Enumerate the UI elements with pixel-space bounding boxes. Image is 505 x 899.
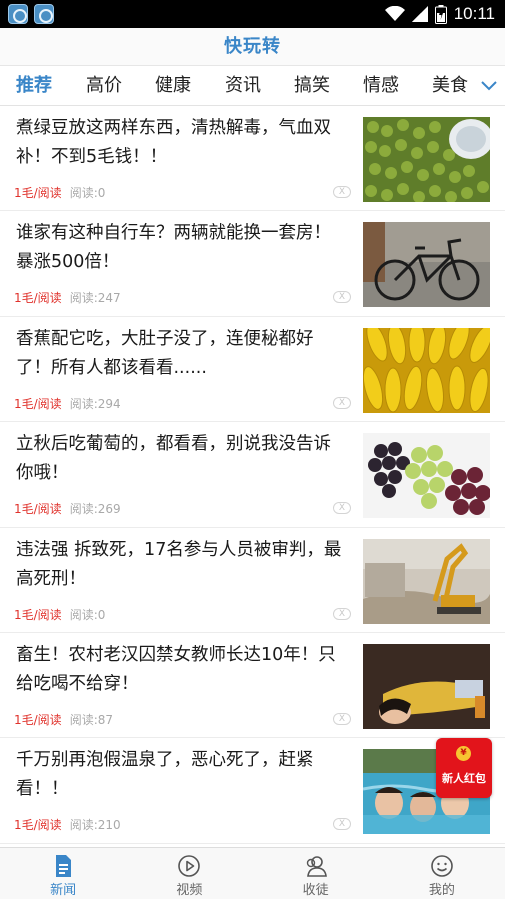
profile-icon (431, 855, 453, 877)
chevron-down-icon (481, 81, 497, 91)
apprentice-icon (306, 856, 327, 877)
nav-label: 收徒 (302, 883, 329, 898)
status-bar: 10:11 (0, 0, 505, 28)
dismiss-button[interactable]: X (333, 186, 351, 198)
tab-health[interactable]: 健康 (155, 66, 191, 105)
news-title[interactable]: 香蕉配它吃，大肚子没了，连便秘都好了！所有人都该看看...... (16, 325, 346, 383)
news-item[interactable]: 千万别再泡假温泉了，恶心死了，赶紧看！！ 1毛/阅读 阅读:210 X (0, 738, 505, 844)
excavator-image (363, 538, 490, 624)
news-meta: 1毛/阅读 阅读:294 (14, 395, 121, 412)
read-count: 阅读:0 (69, 186, 106, 200)
news-item[interactable]: 违法强 拆致死，17名参与人员被审判，最高死刑！ 1毛/阅读 阅读:0 X (0, 528, 505, 633)
nav-label: 我的 (428, 883, 455, 898)
nav-label: 视频 (176, 883, 203, 898)
price-per-read: 1毛/阅读 (14, 712, 62, 727)
price-per-read: 1毛/阅读 (14, 502, 62, 517)
news-item[interactable]: 畜生！农村老汉囚禁女教师长达10年！只给吃喝不给穿！ 1毛/阅读 阅读:87 X (0, 633, 505, 739)
price-per-read: 1毛/阅读 (14, 818, 62, 833)
app-title: 快玩转 (224, 36, 281, 57)
news-title[interactable]: 谁家有这种自行车？两辆就能换一套房！暴涨500倍！ (16, 219, 346, 277)
grapes-image (363, 433, 490, 519)
news-item[interactable]: 煮绿豆放这两样东西，清热解毒，气血双补！不到5毛钱！！ 1毛/阅读 阅读:0 X (0, 106, 505, 212)
wifi-icon (384, 6, 405, 21)
tab-emotion[interactable]: 情感 (363, 66, 399, 105)
new-user-red-packet-button[interactable]: ¥ 新人红包 (436, 738, 492, 798)
read-count: 阅读:87 (69, 712, 114, 727)
green-beans-image (363, 117, 490, 202)
signal-icon (411, 6, 428, 22)
more-tabs-button[interactable] (473, 66, 505, 105)
news-meta: 1毛/阅读 阅读:0 (14, 184, 105, 201)
news-meta: 1毛/阅读 阅读:0 (14, 606, 105, 623)
dismiss-button[interactable]: X (333, 396, 351, 409)
news-title[interactable]: 畜生！农村老汉囚禁女教师长达10年！只给吃喝不给穿！ (16, 641, 346, 699)
price-per-read: 1毛/阅读 (14, 607, 62, 622)
dismiss-button[interactable]: X (333, 818, 351, 831)
tab-high-price[interactable]: 高价 (86, 66, 122, 105)
tab-funny[interactable]: 搞笑 (294, 66, 330, 105)
news-meta: 1毛/阅读 阅读:210 (14, 816, 121, 833)
price-per-read: 1毛/阅读 (14, 291, 62, 306)
nav-label: 新闻 (50, 883, 77, 898)
dismiss-button[interactable]: X (333, 502, 351, 515)
bottom-nav: 新闻 视频 收徒 我的 (0, 847, 505, 899)
read-count: 阅读:269 (69, 502, 121, 517)
news-title[interactable]: 违法强 拆致死，17名参与人员被审判，最高死刑！ (16, 536, 346, 594)
dismiss-button[interactable]: X (333, 607, 351, 620)
status-time: 10:11 (453, 4, 495, 23)
news-icon (56, 855, 72, 877)
read-count: 阅读:247 (69, 291, 121, 306)
bicycle-image (363, 222, 490, 308)
news-meta: 1毛/阅读 阅读:269 (14, 500, 121, 517)
news-item[interactable]: 立秋后吃葡萄的，都看看，别说我没告诉你哦！ 1毛/阅读 阅读:269 X (0, 422, 505, 528)
tab-food[interactable]: 美食 (432, 66, 468, 105)
read-count: 阅读:294 (69, 396, 121, 411)
woman-lying-image (363, 643, 490, 729)
news-feed: 煮绿豆放这两样东西，清热解毒，气血双补！不到5毛钱！！ 1毛/阅读 阅读:0 X … (0, 106, 505, 844)
notification-app-icon (34, 4, 54, 24)
nav-profile[interactable]: 我的 (379, 848, 505, 899)
bananas-image (363, 327, 490, 413)
news-title[interactable]: 千万别再泡假温泉了，恶心死了，赶紧看！！ (16, 746, 346, 804)
news-item[interactable]: 香蕉配它吃，大肚子没了，连便秘都好了！所有人都该看看...... 1毛/阅读 阅读… (0, 317, 505, 423)
news-thumbnail[interactable] (363, 538, 490, 624)
tab-news[interactable]: 资讯 (225, 66, 261, 105)
coin-icon: ¥ (456, 746, 471, 761)
price-per-read: 1毛/阅读 (14, 186, 62, 200)
category-tabs: 推荐 高价 健康 资讯 搞笑 情感 美食 (0, 66, 505, 106)
news-thumbnail[interactable] (363, 643, 490, 729)
price-per-read: 1毛/阅读 (14, 396, 62, 411)
red-packet-label: 新人红包 (442, 772, 486, 785)
news-title[interactable]: 立秋后吃葡萄的，都看看，别说我没告诉你哦！ (16, 430, 346, 488)
news-thumbnail[interactable] (363, 222, 490, 308)
nav-apprentice[interactable]: 收徒 (253, 848, 379, 899)
news-thumbnail[interactable] (363, 327, 490, 413)
news-meta: 1毛/阅读 阅读:87 (14, 711, 113, 728)
news-thumbnail[interactable] (363, 117, 490, 202)
video-icon (178, 855, 201, 877)
news-meta: 1毛/阅读 阅读:247 (14, 289, 121, 306)
nav-video[interactable]: 视频 (126, 848, 252, 899)
tab-recommend[interactable]: 推荐 (16, 66, 52, 105)
app-bar: 快玩转 (0, 28, 505, 66)
read-count: 阅读:210 (69, 818, 121, 833)
dismiss-button[interactable]: X (333, 712, 351, 725)
nav-news[interactable]: 新闻 (0, 848, 126, 899)
notification-app-icon (8, 4, 28, 24)
news-item[interactable]: 谁家有这种自行车？两辆就能换一套房！暴涨500倍！ 1毛/阅读 阅读:247 X (0, 211, 505, 317)
news-thumbnail[interactable] (363, 433, 490, 519)
dismiss-button[interactable]: X (333, 291, 351, 304)
news-title[interactable]: 煮绿豆放这两样东西，清热解毒，气血双补！不到5毛钱！！ (16, 114, 346, 172)
read-count: 阅读:0 (69, 607, 106, 622)
battery-icon (434, 4, 447, 24)
